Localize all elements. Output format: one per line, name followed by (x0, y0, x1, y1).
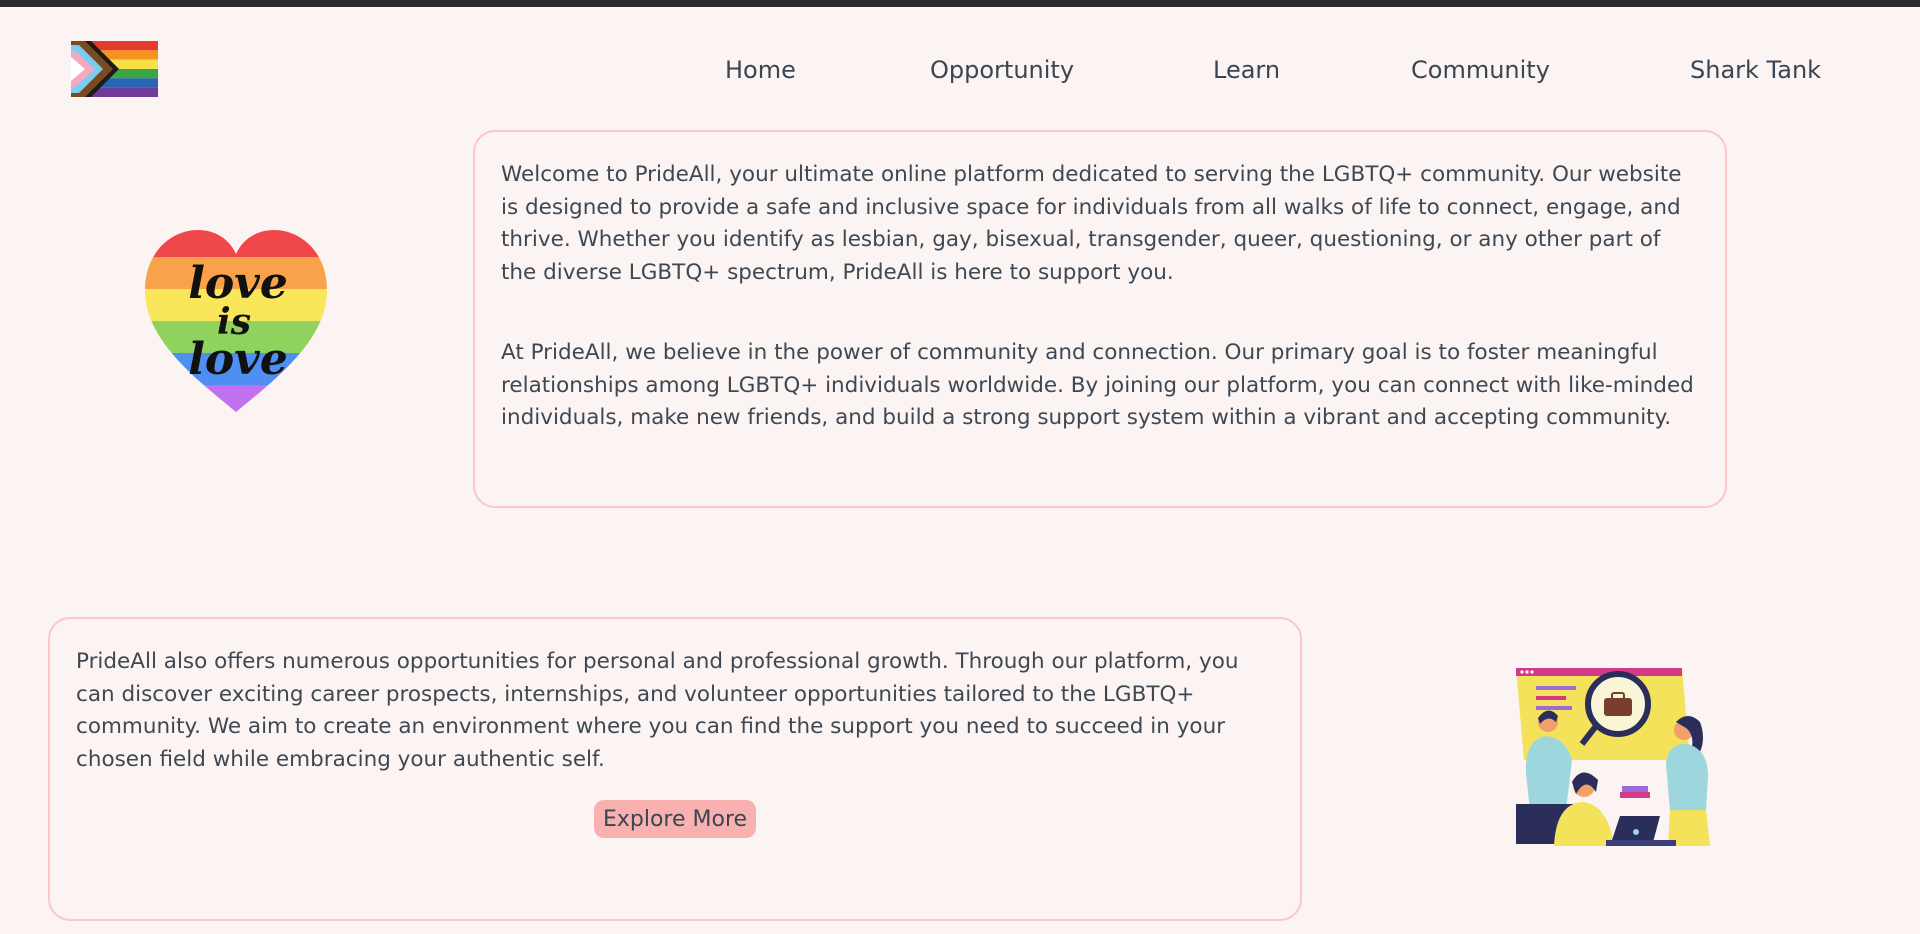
heart-text-love-2: love (188, 334, 288, 385)
opportunity-card: PrideAll also offers numerous opportunit… (48, 617, 1302, 921)
love-is-love-heart-image: love is love (144, 230, 328, 412)
opportunity-paragraph: PrideAll also offers numerous opportunit… (76, 649, 1239, 772)
nav-shark-tank[interactable]: Shark Tank (1690, 52, 1821, 88)
intro-paragraph-2: At PrideAll, we believe in the power of … (501, 340, 1694, 430)
intro-card: Welcome to PrideAll, your ultimate onlin… (473, 130, 1727, 508)
nav-community[interactable]: Community (1411, 52, 1550, 88)
nav-opportunity[interactable]: Opportunity (930, 52, 1074, 88)
team-career-illustration (1516, 668, 1710, 846)
explore-more-button[interactable]: Explore More (594, 800, 756, 838)
top-border-bar (0, 0, 1920, 7)
nav-home[interactable]: Home (725, 52, 796, 88)
nav-learn[interactable]: Learn (1213, 52, 1280, 88)
intro-paragraph-1: Welcome to PrideAll, your ultimate onlin… (501, 162, 1682, 285)
main-nav: Home Opportunity Learn Community Shark T… (0, 52, 1920, 88)
